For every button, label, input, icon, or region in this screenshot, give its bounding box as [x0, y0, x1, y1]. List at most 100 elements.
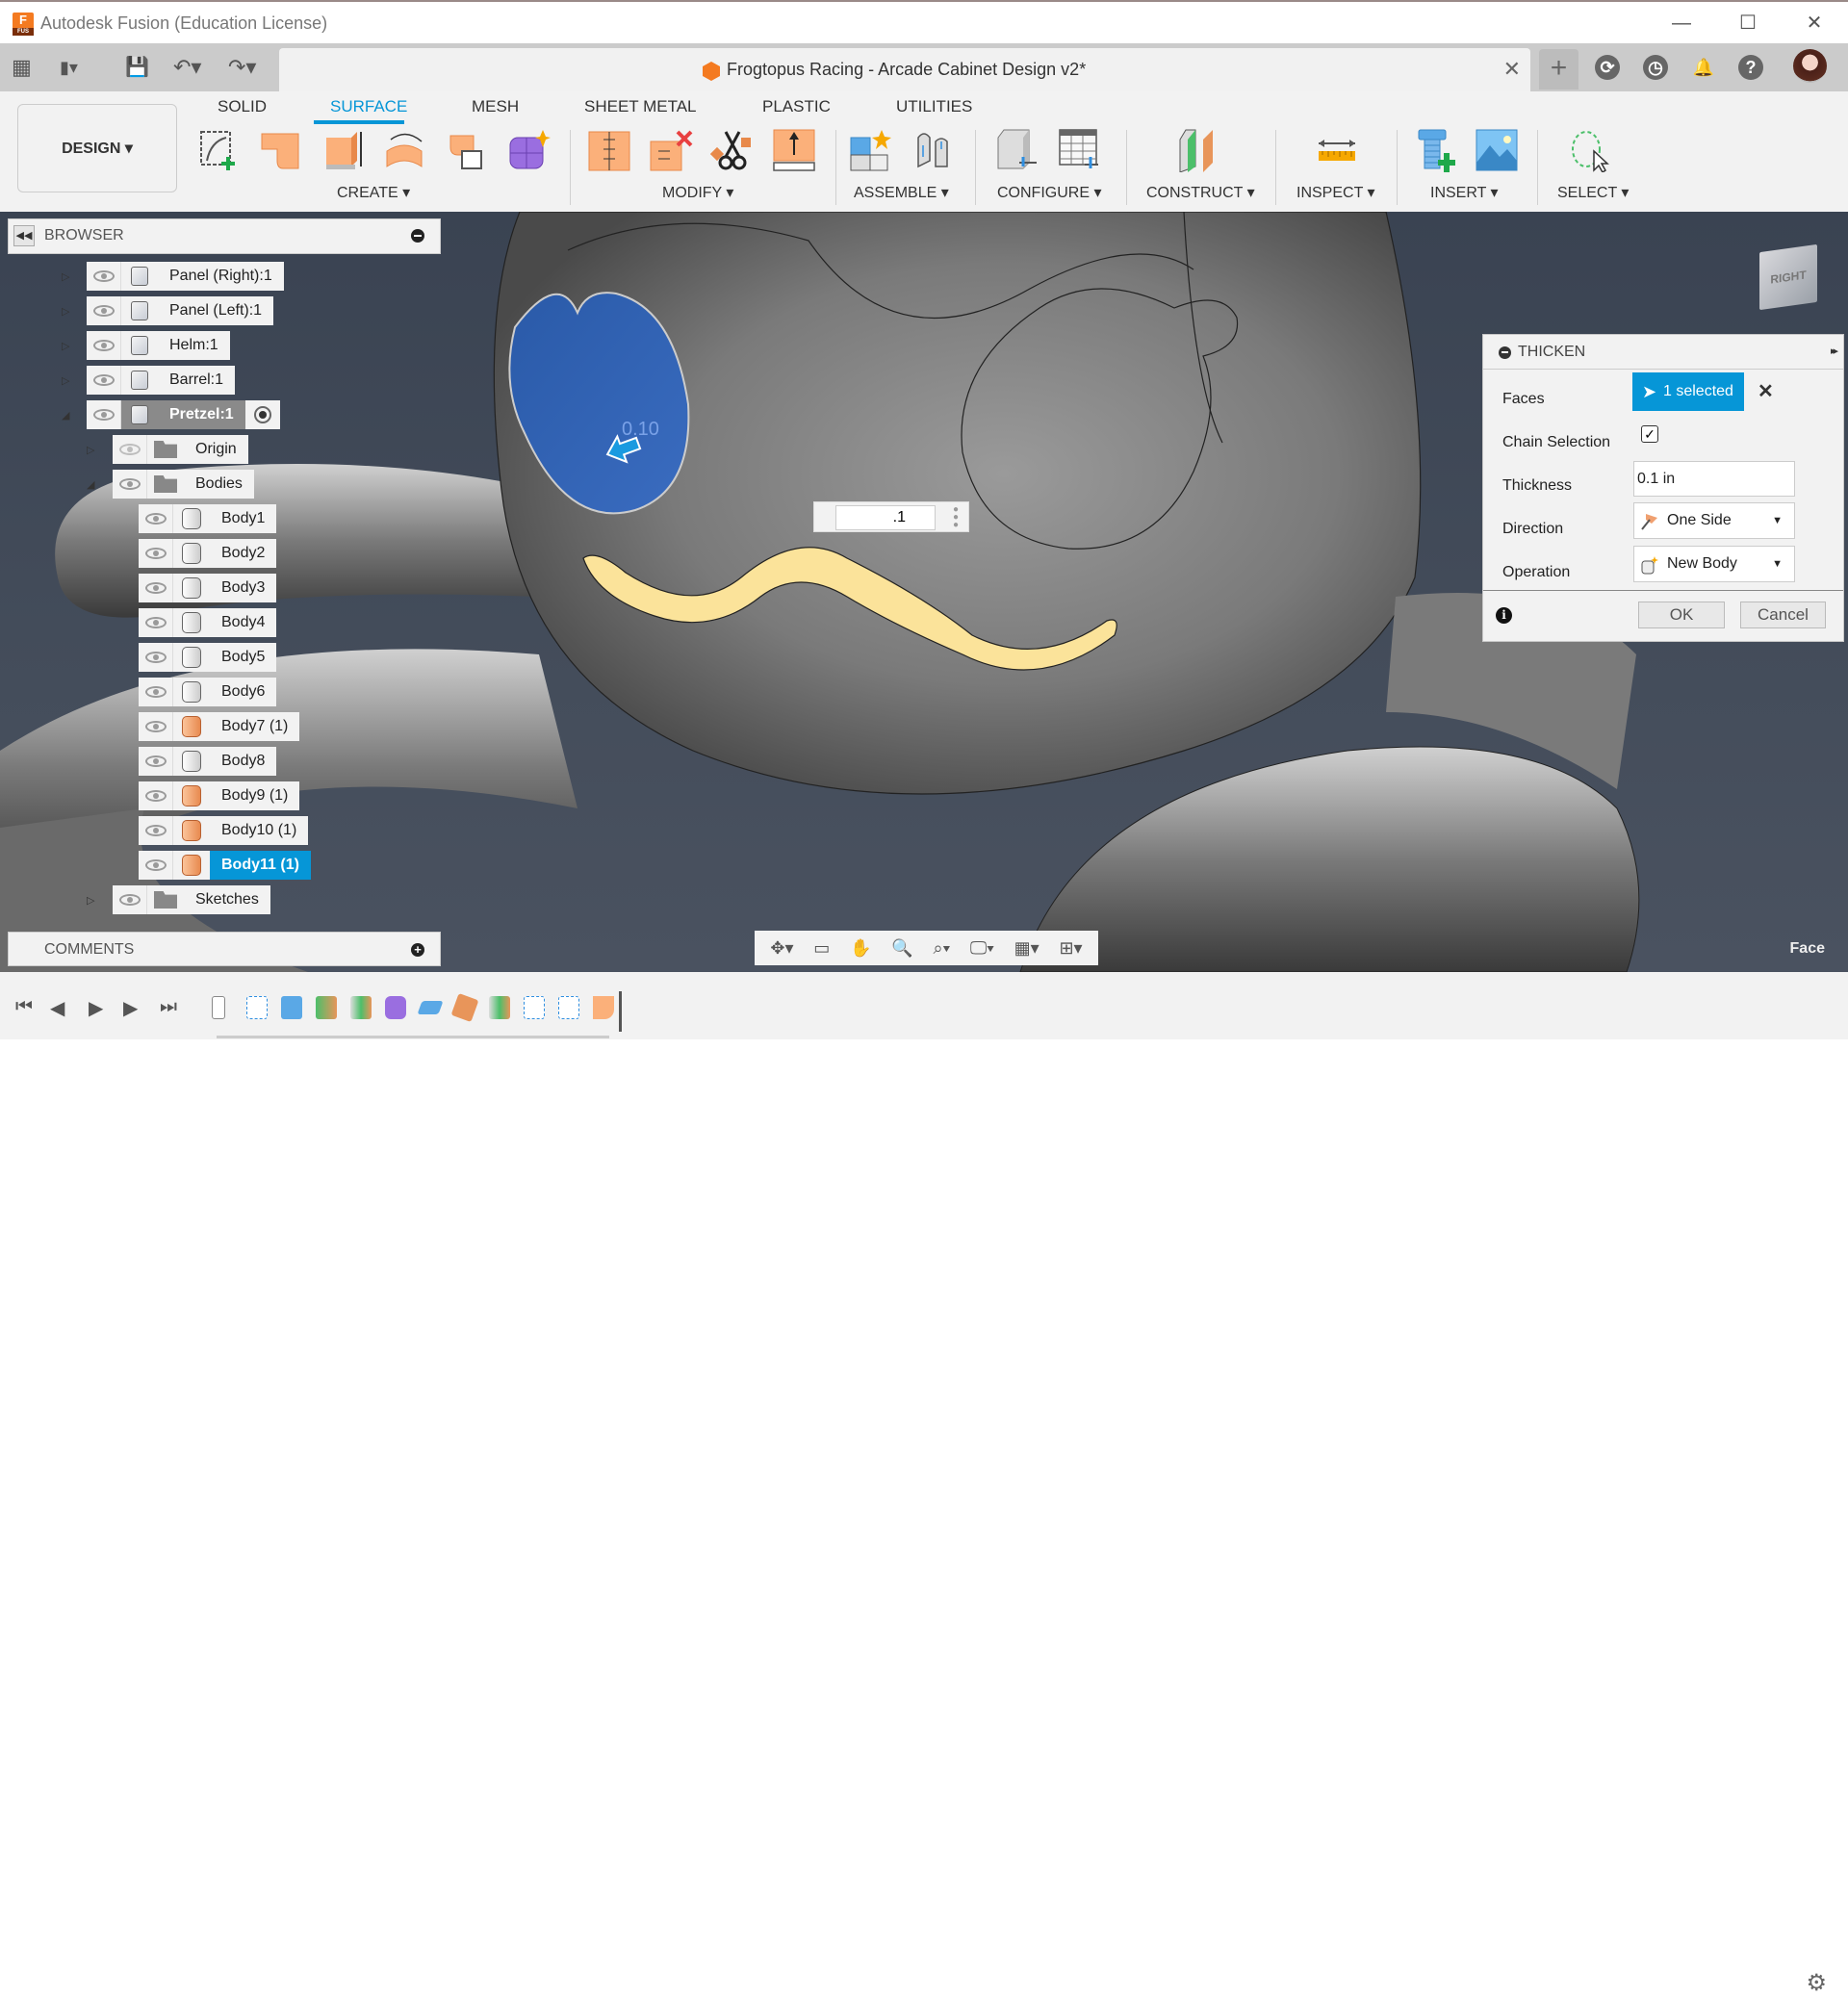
expand-toggle-icon[interactable]: ▷ — [62, 270, 71, 283]
insert-canvas-image-icon[interactable] — [1475, 128, 1519, 172]
step-forward-button[interactable]: ▶ — [123, 996, 138, 1020]
notifications-bell-icon[interactable]: 🔔 — [1691, 55, 1716, 80]
tab-plastic[interactable]: PLASTIC — [762, 97, 831, 116]
expand-toggle-icon[interactable]: ▷ — [62, 374, 71, 387]
visibility-eye-icon[interactable] — [139, 574, 173, 602]
browser-item[interactable]: Body8 — [139, 747, 277, 776]
visibility-eye-icon[interactable] — [139, 539, 173, 568]
timeline-surface-icon[interactable] — [417, 1001, 444, 1014]
browser-item[interactable]: Body4 — [139, 608, 277, 637]
visibility-eye-icon[interactable] — [87, 400, 121, 429]
browser-item[interactable]: Body10 (1) — [139, 816, 309, 845]
timeline-pipe-icon[interactable] — [316, 996, 337, 1019]
expand-toggle-icon[interactable]: ▷ — [62, 340, 71, 352]
browser-item[interactable]: Origin — [113, 435, 248, 464]
operation-dropdown[interactable]: New Body ▼ — [1633, 546, 1795, 582]
expand-toggle-icon[interactable]: ▷ — [62, 305, 71, 318]
browser-item[interactable]: Pretzel:1 — [87, 400, 280, 429]
browser-item[interactable]: Body9 (1) — [139, 781, 300, 810]
timeline-sketch-icon-2[interactable] — [524, 996, 545, 1019]
split-body-scissors-icon[interactable] — [710, 128, 755, 172]
browser-item[interactable]: Sketches — [113, 885, 270, 914]
workspace-switcher-button[interactable]: DESIGN ▾ — [17, 104, 177, 192]
maximize-button[interactable]: ☐ — [1726, 8, 1770, 38]
tab-solid[interactable]: SOLID — [218, 97, 267, 116]
display-settings-icon[interactable]: 🖵▾ — [970, 938, 994, 959]
extensions-icon[interactable]: ⟳ — [1595, 55, 1620, 80]
expand-dialog-icon[interactable]: ▸▸ — [1831, 345, 1838, 357]
visibility-hidden-icon[interactable] — [113, 435, 147, 464]
timeline-plane-icon-2[interactable] — [489, 996, 510, 1019]
expand-toggle-icon[interactable]: ◢ — [62, 409, 71, 422]
visibility-eye-icon[interactable] — [139, 816, 173, 845]
browser-item[interactable]: Panel (Left):1 — [87, 296, 274, 325]
viewports-icon[interactable]: ⊞▾ — [1059, 938, 1082, 959]
visibility-eye-icon[interactable] — [113, 885, 147, 914]
add-comment-button[interactable]: + — [411, 943, 424, 957]
assemble-menu[interactable]: ASSEMBLE ▾ — [854, 183, 949, 202]
info-icon[interactable]: i — [1496, 607, 1512, 624]
insert-menu[interactable]: INSERT ▾ — [1430, 183, 1499, 202]
trim-icon[interactable] — [587, 128, 631, 172]
chain-selection-checkbox[interactable]: ✓ — [1641, 425, 1658, 443]
thickness-hud-input[interactable] — [835, 505, 936, 530]
zoom-window-icon[interactable]: ⌕▾ — [934, 938, 951, 959]
thickness-drag-arrow-icon[interactable] — [604, 433, 643, 464]
timeline-playhead[interactable] — [619, 991, 622, 1032]
visibility-eye-icon[interactable] — [139, 504, 173, 533]
browser-item[interactable]: Body2 — [139, 539, 277, 568]
visibility-eye-icon[interactable] — [87, 331, 121, 360]
timeline-sketch-icon[interactable] — [246, 996, 268, 1019]
new-component-icon[interactable] — [849, 128, 893, 172]
timeline-extrude-icon[interactable] — [281, 996, 302, 1019]
timeline-settings-gear-icon[interactable]: ⚙ — [1806, 1969, 1827, 1997]
tab-mesh[interactable]: MESH — [472, 97, 519, 116]
insert-mcmaster-bolt-icon[interactable] — [1415, 128, 1459, 172]
zoom-icon[interactable]: 🔍 — [891, 938, 912, 959]
visibility-eye-icon[interactable] — [139, 851, 173, 880]
browser-item[interactable]: Bodies — [113, 470, 254, 499]
create-menu[interactable]: CREATE ▾ — [337, 183, 410, 202]
inspect-menu[interactable]: INSPECT ▾ — [1296, 183, 1375, 202]
visibility-eye-icon[interactable] — [139, 678, 173, 706]
job-status-clock-icon[interactable]: ◷ — [1643, 55, 1668, 80]
visibility-eye-icon[interactable] — [139, 643, 173, 672]
browser-item[interactable]: Body6 — [139, 678, 277, 706]
direction-dropdown[interactable]: One Side ▼ — [1633, 502, 1795, 539]
form-icon[interactable] — [506, 128, 551, 172]
timeline-plane-icon[interactable] — [350, 996, 372, 1019]
delete-face-icon[interactable] — [649, 128, 693, 172]
tab-utilities[interactable]: UTILITIES — [896, 97, 972, 116]
measure-ruler-icon[interactable] — [1315, 128, 1359, 172]
help-icon[interactable]: ? — [1738, 55, 1763, 80]
select-menu[interactable]: SELECT ▾ — [1557, 183, 1629, 202]
configure-design-icon[interactable] — [994, 128, 1039, 172]
browser-item[interactable]: Body3 — [139, 574, 277, 602]
visibility-eye-icon[interactable] — [87, 296, 121, 325]
modify-menu[interactable]: MODIFY ▾ — [662, 183, 733, 202]
tab-surface[interactable]: SURFACE — [330, 97, 407, 116]
browser-item[interactable]: Panel (Right):1 — [87, 262, 284, 291]
file-menu-icon[interactable]: ▮▾ — [60, 53, 78, 82]
visibility-eye-icon[interactable] — [139, 712, 173, 741]
visibility-eye-icon[interactable] — [139, 747, 173, 776]
browser-item[interactable]: Body7 (1) — [139, 712, 300, 741]
browser-item[interactable]: Body1 — [139, 504, 277, 533]
expand-toggle-icon[interactable]: ◢ — [87, 478, 96, 491]
look-at-icon[interactable]: ▭ — [813, 938, 830, 959]
select-lasso-icon[interactable] — [1569, 128, 1613, 172]
go-to-start-button[interactable]: ⏮ — [15, 996, 33, 1018]
expand-toggle-icon[interactable]: ▷ — [87, 444, 96, 456]
patch-icon[interactable] — [260, 128, 304, 172]
save-icon[interactable]: 💾 — [125, 53, 149, 82]
collapse-browser-button[interactable]: ◀◀ — [13, 225, 35, 246]
document-tab[interactable]: Frogtopus Racing - Arcade Cabinet Design… — [279, 48, 1530, 91]
visibility-eye-icon[interactable] — [87, 262, 121, 291]
minimize-button[interactable]: — — [1659, 8, 1704, 38]
timeline-component-feature-icon[interactable] — [212, 996, 225, 1019]
user-avatar[interactable] — [1793, 49, 1827, 83]
go-to-end-button[interactable]: ⏭ — [160, 996, 177, 1018]
grid-settings-icon[interactable]: ▦▾ — [1014, 938, 1040, 959]
more-options-icon[interactable]: ● ● ● — [953, 505, 959, 530]
extrude-icon[interactable] — [321, 128, 365, 172]
